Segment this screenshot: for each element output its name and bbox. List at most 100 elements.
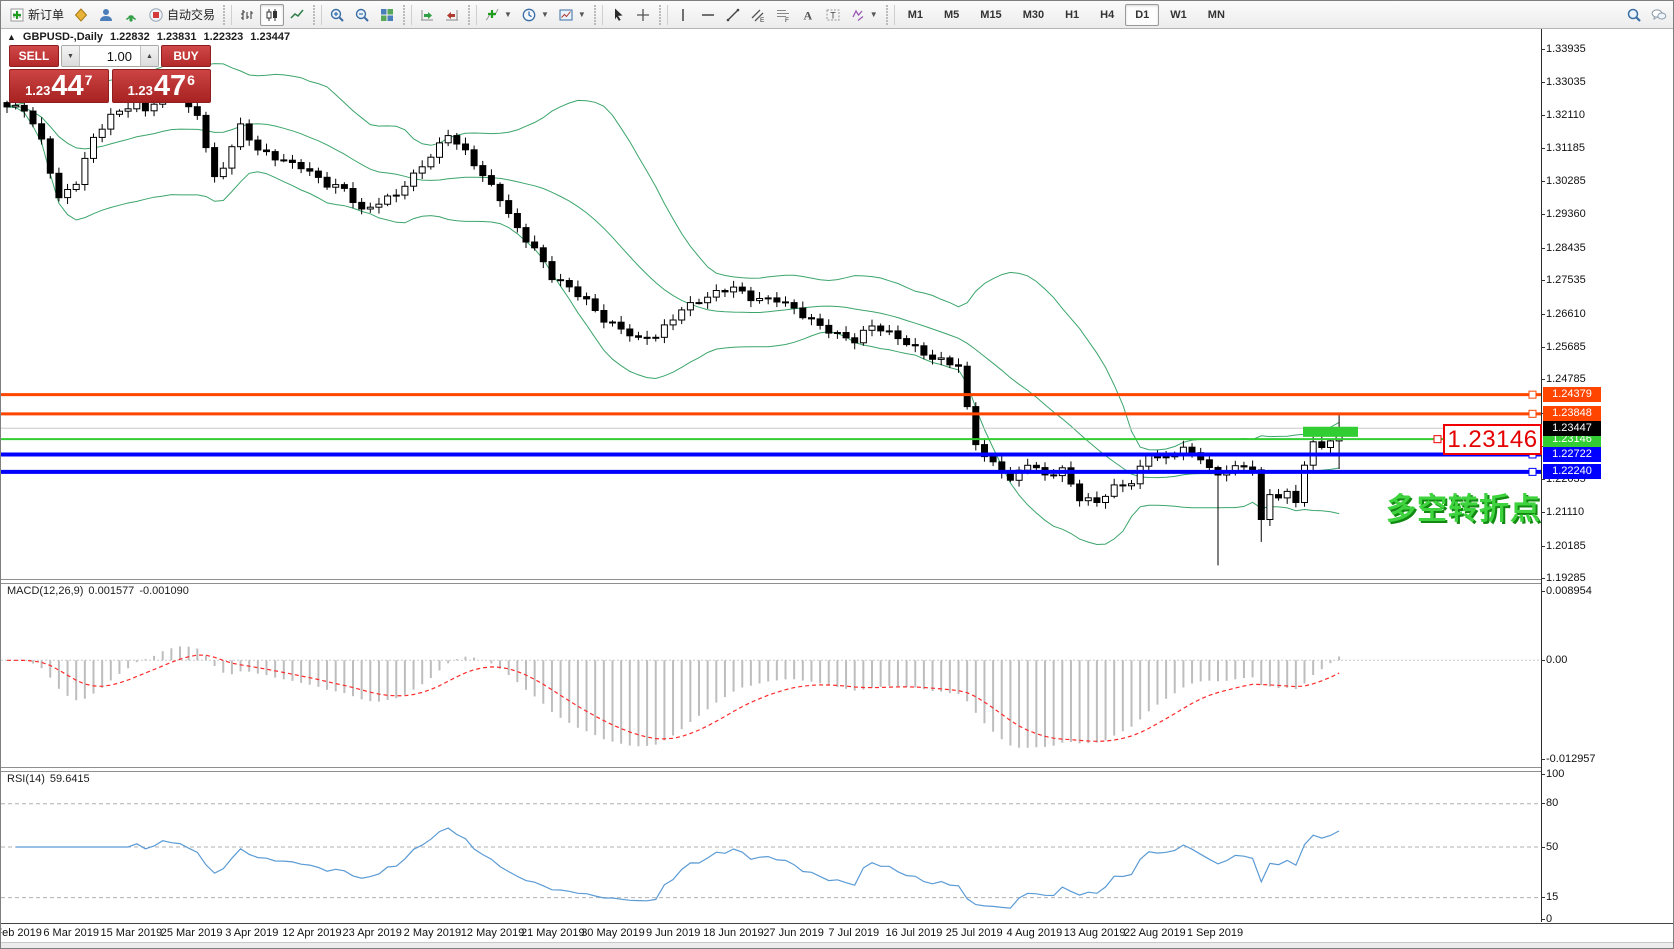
toolbar-button-label: 新订单 — [28, 6, 64, 23]
timeframe-m1[interactable]: M1 — [898, 4, 933, 26]
timeframe-d1[interactable]: D1 — [1125, 4, 1159, 26]
price-axis[interactable]: 1.339351.330351.321101.311851.302851.293… — [1541, 29, 1674, 922]
chart-shift-button[interactable] — [440, 4, 464, 26]
highlight-rectangle[interactable] — [1303, 427, 1358, 437]
price-callout-box[interactable]: 1.23146 — [1443, 424, 1542, 455]
chart-canvas[interactable] — [1, 29, 1541, 949]
line-anchor-handle[interactable] — [1529, 468, 1536, 475]
signals-icon — [123, 7, 139, 23]
chat-icon — [1651, 7, 1667, 23]
zoomout-icon — [354, 7, 370, 23]
channel-icon: E — [750, 7, 766, 23]
signals-button[interactable] — [119, 4, 143, 26]
chartshift-icon — [444, 7, 460, 23]
buy-price-display[interactable]: 1.23 47 6 — [112, 69, 212, 103]
templates-button[interactable]: ▼ — [554, 4, 590, 26]
zoomin-icon — [329, 7, 345, 23]
metaeditor-button[interactable] — [69, 4, 93, 26]
price-tick-label: 1.33935 — [1546, 43, 1586, 55]
tile-windows-button[interactable] — [375, 4, 399, 26]
panel-divider[interactable] — [1, 767, 1674, 772]
vertical-line-button[interactable] — [671, 4, 695, 26]
timeframe-label: H4 — [1094, 6, 1120, 24]
fibonacci-button[interactable]: F — [771, 4, 795, 26]
timeframe-m30[interactable]: M30 — [1013, 4, 1054, 26]
rsi-tick-label: 100 — [1546, 768, 1564, 780]
macd-tick-label: -0.012957 — [1546, 753, 1596, 765]
arrows-button[interactable]: ▼ — [846, 4, 882, 26]
candles — [4, 78, 1342, 565]
price-tick-label: 1.32110 — [1546, 109, 1585, 121]
horizontal-line-button[interactable] — [696, 4, 720, 26]
periods-button[interactable]: ▼ — [517, 4, 553, 26]
callout-anchor-handle[interactable] — [1434, 436, 1441, 443]
collapse-panel-icon[interactable]: ▲ — [7, 32, 16, 42]
zoom-in-button[interactable] — [325, 4, 349, 26]
new-order-button[interactable]: 新订单 — [5, 4, 68, 26]
line-chart-button[interactable] — [285, 4, 309, 26]
price-level-badge: 1.23848 — [1543, 406, 1601, 421]
new-order-icon — [9, 7, 25, 23]
cursor-button[interactable] — [606, 4, 630, 26]
linechart-icon — [289, 7, 305, 23]
svg-text:F: F — [785, 17, 789, 23]
toolbar-separator — [222, 5, 232, 25]
rsi-value: 59.6415 — [50, 773, 90, 785]
panel-divider[interactable] — [1, 579, 1674, 584]
price-tick-label: 1.26610 — [1546, 308, 1586, 320]
channel-button[interactable]: E — [746, 4, 770, 26]
buy-button[interactable]: BUY — [161, 45, 211, 67]
volume-decrease-button[interactable]: ▼ — [62, 46, 80, 66]
price-tick-label: 1.25685 — [1546, 341, 1586, 353]
sell-price-main: 44 — [51, 73, 83, 99]
turning-point-annotation[interactable]: 多空转折点 — [1386, 484, 1541, 528]
sell-price-pip: 7 — [85, 72, 93, 88]
time-axis[interactable]: 25 Feb 20196 Mar 201915 Mar 201925 Mar 2… — [1, 923, 1674, 943]
timeframe-m15[interactable]: M15 — [970, 4, 1011, 26]
sell-price-prefix: 1.23 — [25, 82, 50, 99]
timeframe-m5[interactable]: M5 — [934, 4, 969, 26]
search-button[interactable] — [1622, 4, 1646, 26]
price-level-badge: 1.22722 — [1543, 447, 1601, 462]
dropdown-caret-icon: ▼ — [504, 10, 512, 19]
bars-icon — [239, 7, 255, 23]
metaeditor-icon — [73, 7, 89, 23]
crosshair-icon — [635, 7, 651, 23]
sell-price-display[interactable]: 1.23 44 7 — [9, 69, 109, 103]
auto-scroll-button[interactable] — [415, 4, 439, 26]
timeframe-mn[interactable]: MN — [1198, 4, 1235, 26]
bollinger-middle-band — [7, 106, 1339, 477]
text-label-button[interactable]: T — [821, 4, 845, 26]
price-tick-label: 1.33035 — [1546, 76, 1586, 88]
search-icon — [1626, 7, 1642, 23]
svg-text:A: A — [803, 8, 812, 22]
line-anchor-handle[interactable] — [1529, 391, 1536, 398]
autotrading-icon — [148, 7, 164, 23]
zoom-out-button[interactable] — [350, 4, 374, 26]
macd-indicator-label: MACD(12,26,9)0.001577-0.001090 — [7, 585, 194, 597]
current-price-badge: 1.23447 — [1543, 421, 1601, 436]
symbol-period-label: GBPUSD-,Daily — [23, 31, 103, 43]
community-button[interactable] — [94, 4, 118, 26]
candlestick-chart-button[interactable] — [260, 4, 284, 26]
text-button[interactable]: A — [796, 4, 820, 26]
volume-input[interactable]: 1.00 — [80, 46, 140, 66]
sell-button[interactable]: SELL — [9, 45, 59, 67]
timeframe-w1[interactable]: W1 — [1160, 4, 1197, 26]
close-value: 1.23447 — [250, 31, 290, 43]
bar-chart-button[interactable] — [235, 4, 259, 26]
trendline-button[interactable] — [721, 4, 745, 26]
chat-button[interactable] — [1647, 4, 1671, 26]
toolbar-separator — [885, 5, 895, 25]
indicators-button[interactable]: ▼ — [480, 4, 516, 26]
timeframe-h1[interactable]: H1 — [1055, 4, 1089, 26]
volume-increase-button[interactable]: ▲ — [140, 46, 158, 66]
chart-area[interactable]: 1.339351.330351.321101.311851.302851.293… — [1, 29, 1674, 949]
timeframe-h4[interactable]: H4 — [1090, 4, 1124, 26]
price-tick-label: 1.31185 — [1546, 142, 1585, 154]
crosshair-button[interactable] — [631, 4, 655, 26]
autotrading-button[interactable]: 自动交易 — [144, 4, 219, 26]
macd-name: MACD(12,26,9) — [7, 585, 83, 597]
line-anchor-handle[interactable] — [1529, 410, 1536, 417]
svg-text:T: T — [830, 10, 836, 20]
